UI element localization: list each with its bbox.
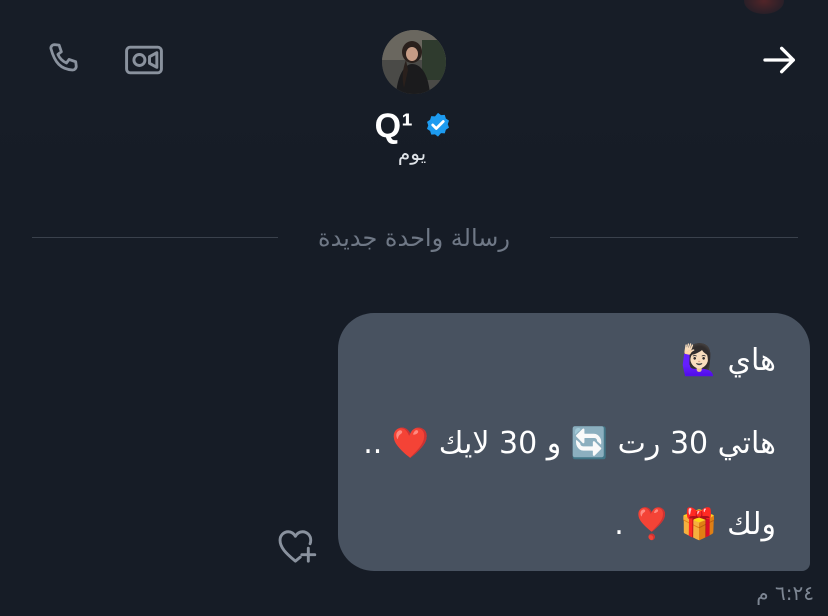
message-line-3: ولك 🎁 ❣️ . xyxy=(614,507,776,542)
phone-icon xyxy=(43,39,85,85)
message-timestamp: ٦:٢٤ م xyxy=(756,581,814,605)
heart-plus-icon xyxy=(276,525,318,569)
dm-conversation-screen: Q¹ يوم رسالة واحدة جديدة هاي 🙋🏻‍♀️ هاتي … xyxy=(0,0,828,616)
contact-name-row[interactable]: Q¹ xyxy=(300,104,528,148)
message-line-1: هاي 🙋🏻‍♀️ xyxy=(680,343,776,378)
react-button[interactable] xyxy=(274,526,320,568)
arrow-right-icon xyxy=(760,40,800,84)
contact-subtitle: يوم xyxy=(397,146,427,165)
message-line-2: هاتي 30 رت 🔄 و 30 لايك ❤️ .. xyxy=(363,426,776,461)
verified-badge-icon xyxy=(423,111,453,141)
voice-call-button[interactable] xyxy=(40,38,88,86)
video-call-button[interactable] xyxy=(120,38,168,86)
contact-avatar[interactable] xyxy=(382,30,446,94)
contact-name: Q¹ xyxy=(374,106,414,145)
divider-line-left xyxy=(32,237,278,238)
divider-line-right xyxy=(550,237,798,238)
video-camera-icon xyxy=(122,38,166,86)
back-button[interactable] xyxy=(754,36,806,88)
new-messages-divider: رسالة واحدة جديدة xyxy=(318,224,510,252)
message-bubble[interactable]: هاي 🙋🏻‍♀️ هاتي 30 رت 🔄 و 30 لايك ❤️ .. و… xyxy=(338,313,810,571)
